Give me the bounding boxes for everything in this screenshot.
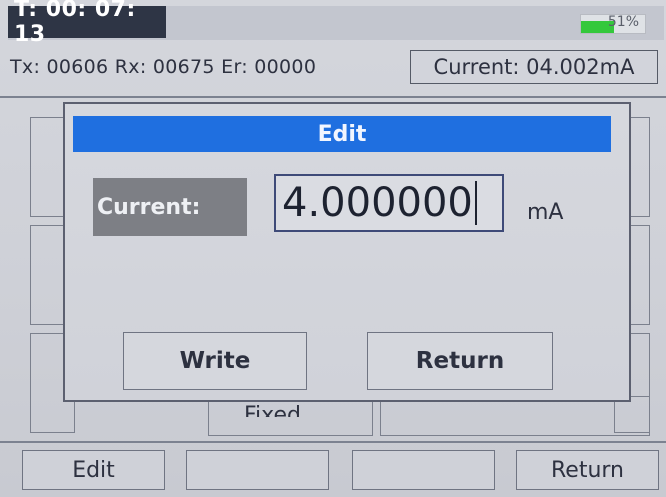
current-readout: Current: 04.002mA <box>410 50 658 84</box>
softkey-return[interactable]: Return <box>516 450 659 490</box>
battery-percent: 51% <box>607 14 639 30</box>
comm-counters: Tx: 00606 Rx: 00675 Er: 00000 <box>10 56 317 78</box>
elapsed-timer: T: 00: 07: 13 <box>8 0 166 47</box>
header-divider <box>0 96 666 98</box>
text-cursor <box>474 181 477 225</box>
device-screen: T: 00: 07: 13 51% Tx: 00606 Rx: 00675 Er… <box>0 0 666 497</box>
softkey-edit[interactable]: Edit <box>22 450 165 490</box>
return-button[interactable]: Return <box>367 332 553 390</box>
softkey-3[interactable] <box>352 450 495 490</box>
footer-divider <box>0 441 666 443</box>
write-button[interactable]: Write <box>123 332 307 390</box>
background-menu-box <box>380 396 650 436</box>
current-unit: mA <box>527 200 564 225</box>
current-field-label: Current: <box>93 178 247 236</box>
current-value-input[interactable]: 4.000000 <box>274 174 504 232</box>
background-fixed-label: Fixed <box>244 403 302 417</box>
battery-indicator: 51% <box>580 14 646 34</box>
edit-dialog: Edit Current: 4.000000 mA Write Return <box>63 102 631 402</box>
current-value-text: 4.000000 <box>282 180 473 226</box>
dialog-title: Edit <box>73 116 611 152</box>
softkey-2[interactable] <box>186 450 329 490</box>
